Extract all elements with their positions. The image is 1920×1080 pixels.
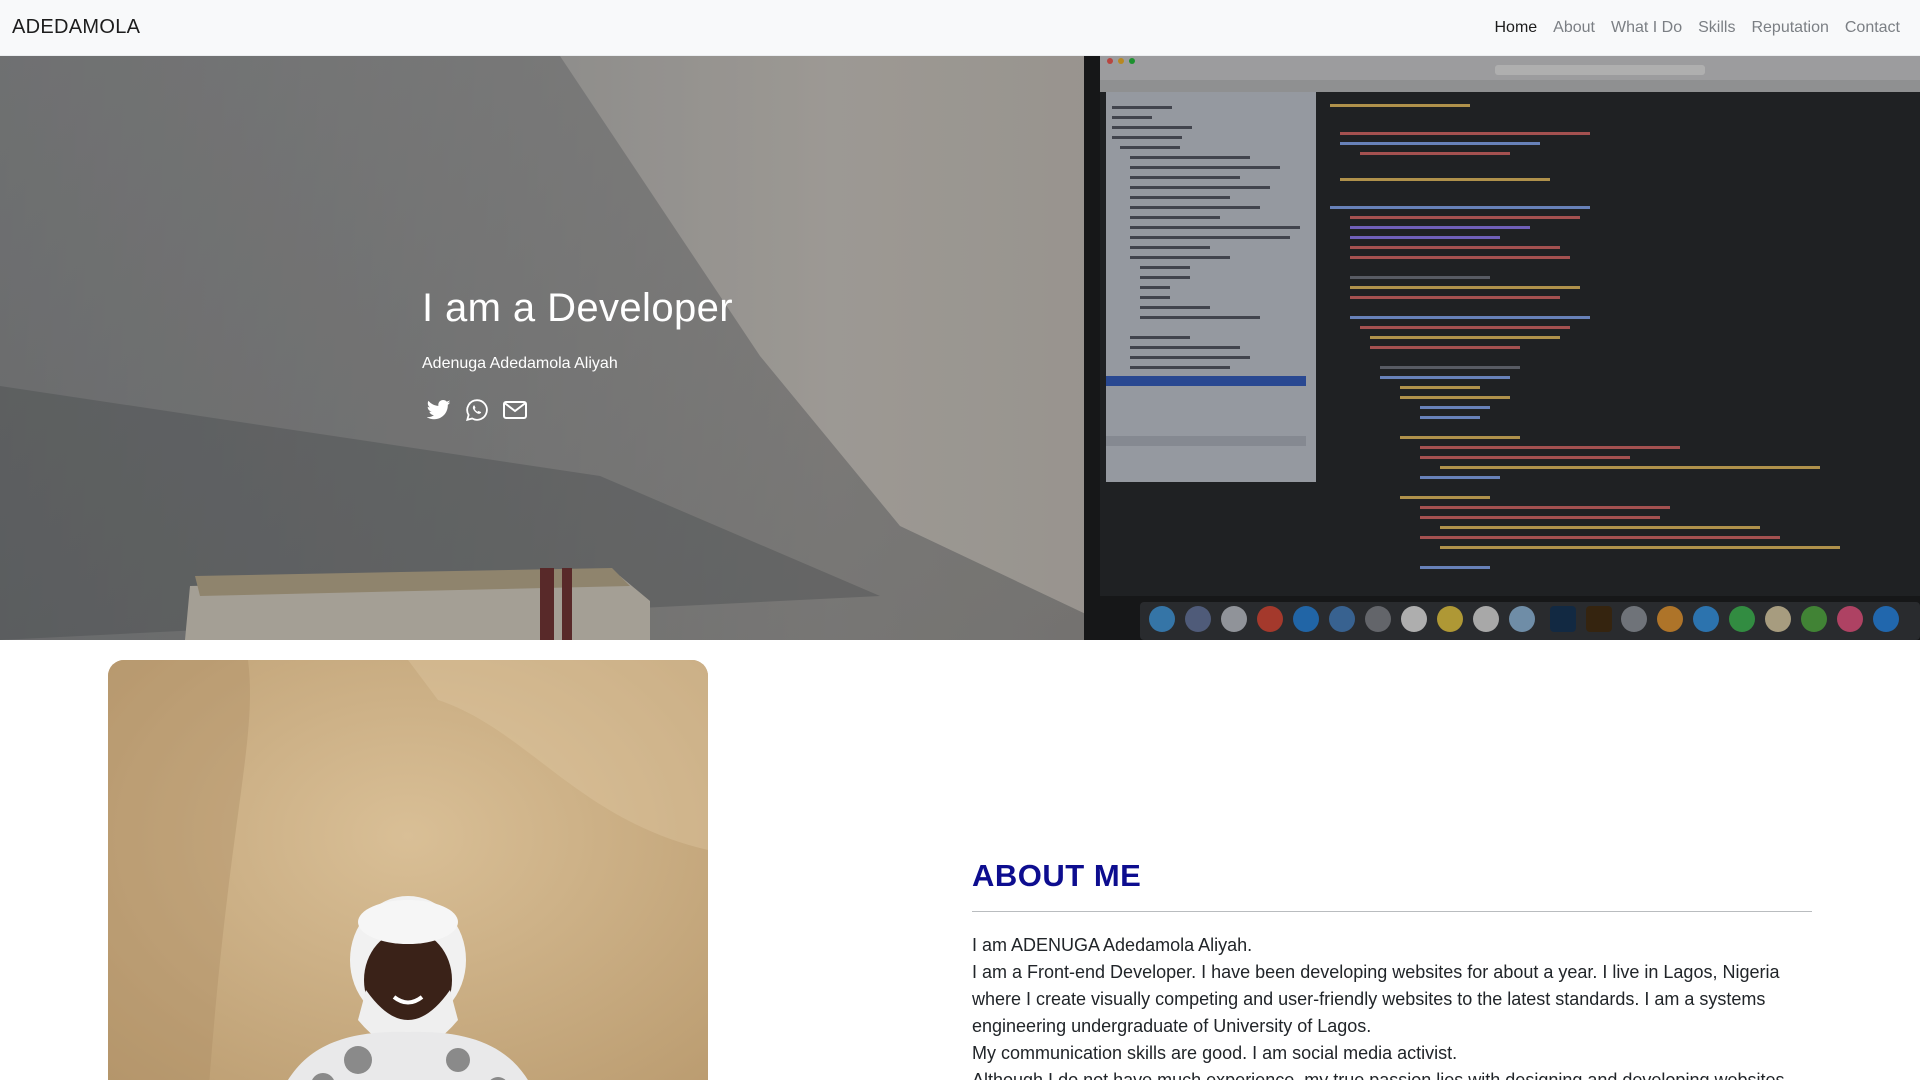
hero-title: I am a Developer	[422, 286, 733, 330]
nav-link-reputation[interactable]: Reputation	[1743, 19, 1836, 37]
social-icons	[426, 397, 733, 423]
hero-section: I am a Developer Adenuga Adedamola Aliya…	[0, 56, 1920, 640]
about-section: ABOUT ME I am ADENUGA Adedamola Aliyah. …	[972, 860, 1812, 1080]
hero-subtitle: Adenuga Adedamola Aliyah	[422, 355, 618, 372]
hero-overlay	[0, 56, 1920, 640]
twitter-icon[interactable]	[426, 397, 452, 423]
about-paragraph-intro: I am ADENUGA Adedamola Aliyah.	[972, 935, 1253, 955]
whatsapp-icon[interactable]	[464, 397, 490, 423]
about-paragraph-skills: My communication skills are good. I am s…	[972, 1043, 1458, 1063]
about-paragraph-bio: I am a Front-end Developer. I have been …	[972, 962, 1780, 1036]
nav-link-about[interactable]: About	[1545, 19, 1603, 37]
nav-link-contact[interactable]: Contact	[1837, 19, 1908, 37]
profile-photo	[108, 660, 708, 1080]
nav-link-skills[interactable]: Skills	[1690, 19, 1743, 37]
about-divider	[972, 911, 1812, 912]
about-text: I am ADENUGA Adedamola Aliyah. I am a Fr…	[972, 932, 1812, 1080]
brand-link[interactable]: ADEDAMOLA	[12, 16, 140, 39]
about-heading: ABOUT ME	[972, 858, 1142, 893]
hero-content: I am a Developer Adenuga Adedamola Aliya…	[422, 288, 733, 423]
nav-links: Home About What I Do Skills Reputation C…	[1486, 19, 1908, 37]
about-paragraph-passion: Although I do not have much experience, …	[972, 1070, 1790, 1080]
envelope-icon[interactable]	[502, 397, 528, 423]
nav-link-home[interactable]: Home	[1486, 19, 1545, 37]
nav-link-what-i-do[interactable]: What I Do	[1603, 19, 1690, 37]
navbar: ADEDAMOLA Home About What I Do Skills Re…	[0, 0, 1920, 56]
